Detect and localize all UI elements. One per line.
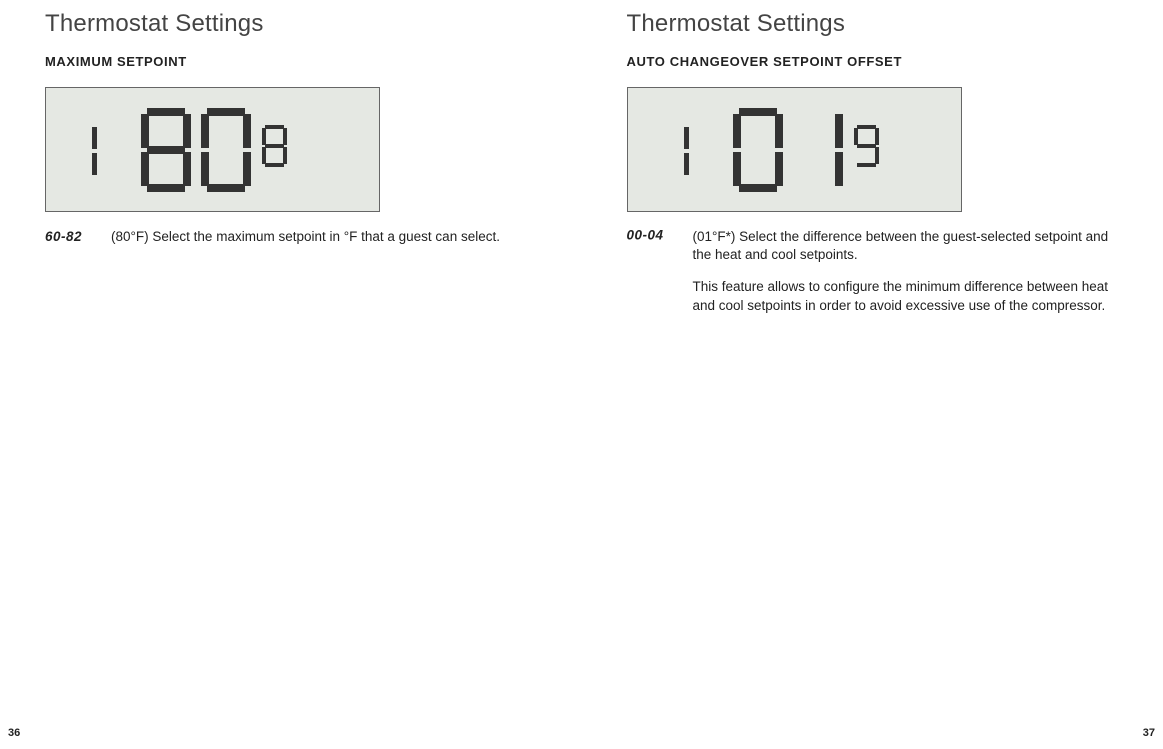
- page-subtitle: MAXIMUM SETPOINT: [45, 54, 537, 69]
- page-title: Thermostat Settings: [627, 10, 1119, 38]
- description-row: 60-82 (80°F) Select the maximum setpoint…: [45, 228, 537, 246]
- value-range: 00-04: [627, 226, 693, 317]
- page-number: 37: [1143, 727, 1155, 739]
- page-subtitle: AUTO CHANGEOVER SETPOINT OFFSET: [627, 54, 1119, 69]
- description-row: 00-04 (01°F*) Select the difference betw…: [627, 228, 1119, 315]
- page-right: Thermostat Settings AUTO CHANGEOVER SETP…: [582, 0, 1163, 749]
- display-svg: [46, 88, 381, 213]
- desc-paragraph: (01°F*) Select the difference between th…: [693, 228, 1119, 264]
- thermostat-display: [45, 87, 380, 212]
- desc-paragraph: This feature allows to configure the min…: [693, 278, 1119, 314]
- thermostat-display: [627, 87, 962, 212]
- description-text: (80°F) Select the maximum setpoint in °F…: [111, 228, 537, 246]
- page-number: 36: [8, 727, 20, 739]
- value-range: 60-82: [45, 228, 111, 247]
- page-title: Thermostat Settings: [45, 10, 537, 38]
- display-svg: [628, 88, 963, 213]
- description-text: (01°F*) Select the difference between th…: [693, 228, 1119, 315]
- desc-paragraph: (80°F) Select the maximum setpoint in °F…: [111, 228, 537, 246]
- page-left: Thermostat Settings MAXIMUM SETPOINT: [0, 0, 582, 749]
